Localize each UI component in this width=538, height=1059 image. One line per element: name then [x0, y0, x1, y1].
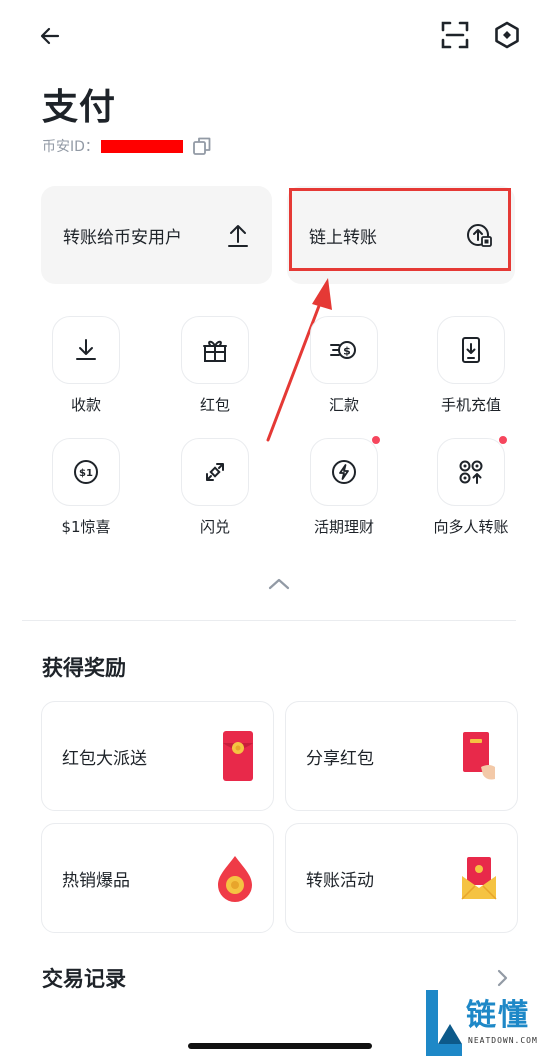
- action-convert-label: 闪兑: [199, 518, 230, 536]
- onchain-transfer-icon: [467, 224, 492, 247]
- action-convert[interactable]: 闪兑: [165, 438, 265, 538]
- remittance-icon: $: [310, 316, 378, 384]
- reward-label: 分享红包: [306, 748, 374, 769]
- action-flexible-savings[interactable]: 活期理财: [294, 435, 394, 538]
- rewards-section-title: 获得奖励: [42, 656, 126, 680]
- reward-card-transfer-campaign[interactable]: 转账活动: [285, 823, 518, 933]
- share-envelope-icon: [463, 732, 495, 780]
- gift-envelope-icon: [461, 857, 497, 900]
- section-divider: [22, 620, 516, 621]
- action-one-dollar-label: $1惊喜: [61, 518, 111, 536]
- collapse-button[interactable]: [262, 572, 296, 596]
- action-red-packet[interactable]: 红包: [165, 316, 265, 416]
- transfer-to-user-label: 转账给币安用户: [63, 227, 182, 248]
- action-multi-transfer[interactable]: 向多人转账: [421, 435, 521, 538]
- watermark-l-icon: [426, 990, 462, 1056]
- notification-dot: [498, 435, 508, 445]
- user-id-row: 币安ID：: [42, 135, 213, 157]
- scan-button[interactable]: [436, 16, 474, 54]
- user-id-redacted: [100, 139, 183, 153]
- onchain-transfer-label: 链上转账: [309, 227, 377, 248]
- user-id-label: 币安ID：: [42, 139, 99, 155]
- action-phone-topup[interactable]: 手机充值: [421, 316, 521, 416]
- scan-icon: [441, 21, 469, 49]
- convert-icon: [181, 438, 249, 506]
- transfer-to-user-card[interactable]: 转账给币安用户: [41, 186, 272, 284]
- svg-text:$1: $1: [79, 468, 93, 479]
- watermark-subtext: NEATDOWN.COM: [468, 1036, 538, 1045]
- reward-label: 转账活动: [306, 870, 374, 891]
- reward-card-hot-products[interactable]: 热销爆品: [41, 823, 274, 933]
- action-receive-label: 收款: [70, 396, 101, 414]
- red-envelope-icon: [223, 731, 253, 781]
- watermark-logo: 链懂 NEATDOWN.COM: [420, 984, 538, 1059]
- fire-drop-icon: [218, 856, 252, 902]
- chevron-up-icon: [268, 578, 290, 590]
- lightning-icon: [310, 435, 381, 506]
- action-flexible-savings-label: 活期理财: [313, 518, 374, 536]
- gift-icon: [181, 316, 249, 384]
- arrow-left-icon: [40, 27, 60, 45]
- multi-transfer-icon: [437, 435, 508, 506]
- notification-dot: [371, 435, 381, 445]
- phone-topup-icon: [437, 316, 505, 384]
- back-button[interactable]: [30, 18, 70, 54]
- copy-icon: [193, 137, 211, 155]
- action-remittance[interactable]: $ 汇款: [294, 316, 394, 416]
- watermark-text: 链懂: [466, 998, 530, 1033]
- action-receive[interactable]: 收款: [36, 316, 136, 416]
- svg-text:$: $: [343, 345, 351, 358]
- action-phone-topup-label: 手机充值: [440, 396, 501, 414]
- reward-label: 红包大派送: [62, 748, 147, 769]
- one-dollar-icon: $1: [52, 438, 120, 506]
- page-title: 支付: [42, 87, 117, 128]
- action-red-packet-label: 红包: [199, 396, 230, 414]
- settings-button[interactable]: [488, 16, 526, 54]
- download-icon: [52, 316, 120, 384]
- action-multi-transfer-label: 向多人转账: [433, 518, 509, 536]
- reward-label: 热销爆品: [62, 870, 130, 891]
- upload-arrow-icon: [228, 225, 248, 247]
- copy-id-button[interactable]: [191, 135, 213, 157]
- reward-card-red-packet-giveaway[interactable]: 红包大派送: [41, 701, 274, 811]
- reward-card-share-red-packet[interactable]: 分享红包: [285, 701, 518, 811]
- home-indicator[interactable]: [188, 1043, 372, 1049]
- transaction-history-title: 交易记录: [42, 967, 126, 991]
- action-one-dollar-surprise[interactable]: $1 $1惊喜: [36, 438, 136, 538]
- action-remittance-label: 汇款: [328, 396, 359, 414]
- settings-hexagon-icon: [495, 21, 519, 49]
